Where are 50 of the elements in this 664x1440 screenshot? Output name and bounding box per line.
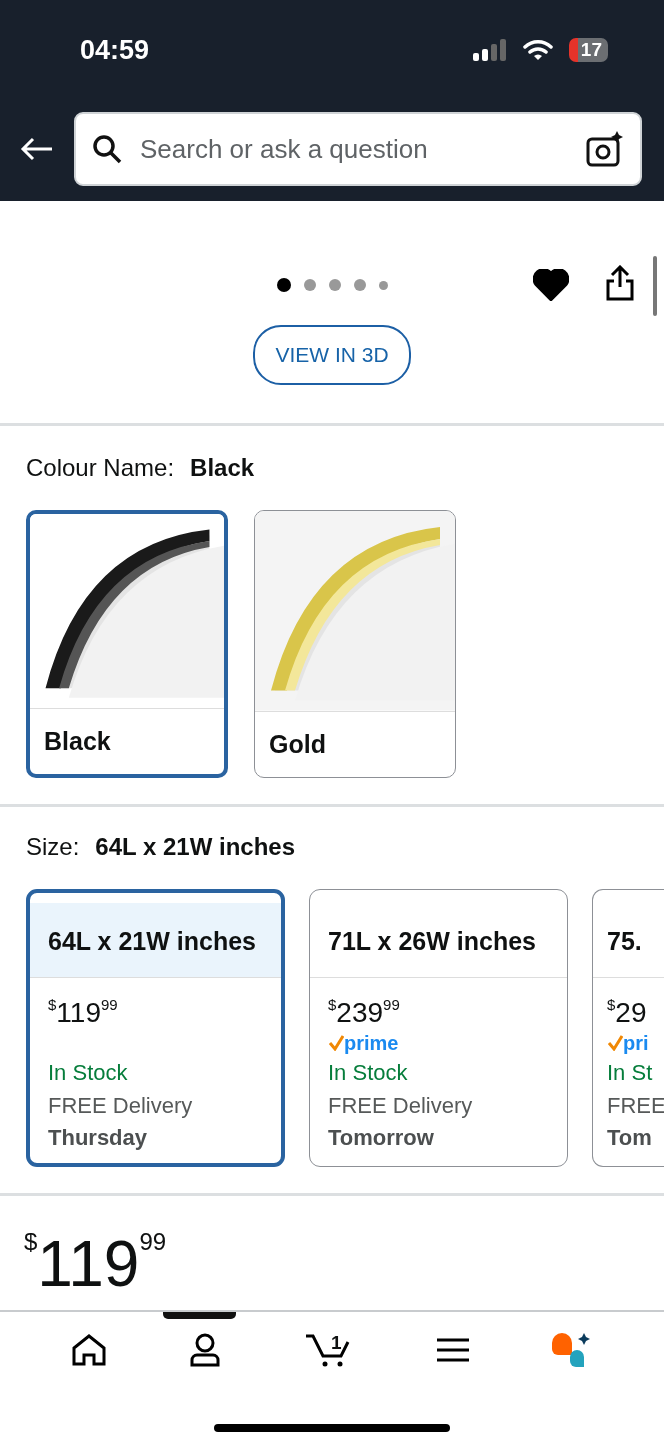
price: $^{$}$119$^{99}$ bbox=[24, 1232, 168, 1296]
colour-label: Colour Name: bbox=[26, 453, 175, 483]
view-in-3d-button[interactable]: VIEW IN 3D bbox=[253, 325, 411, 385]
delivery-text: FREE Delivery bbox=[328, 1092, 473, 1118]
stock-status: In St bbox=[607, 1060, 653, 1086]
page-dot[interactable] bbox=[303, 279, 316, 291]
check-icon bbox=[328, 1035, 344, 1052]
page-dot[interactable] bbox=[353, 279, 366, 291]
colour-option[interactable]: Black bbox=[26, 510, 228, 778]
signal-icon bbox=[472, 39, 507, 61]
menu-icon[interactable] bbox=[436, 1337, 469, 1363]
option-price: $^{$}$119$^{99}$ bbox=[48, 996, 118, 1028]
size-label: Size: bbox=[26, 832, 80, 862]
size-name: 64L x 21W inches bbox=[30, 903, 281, 978]
delivery-day: Tomorrow bbox=[328, 1125, 434, 1151]
account-icon[interactable] bbox=[189, 1333, 222, 1367]
option-price: $^{$}$239$^{99}$ bbox=[328, 996, 400, 1028]
wifi-icon bbox=[522, 39, 553, 61]
search-icon bbox=[92, 134, 122, 164]
search-input[interactable]: Search or ask a question bbox=[138, 128, 570, 170]
delivery-text: FREE Delivery bbox=[48, 1092, 193, 1118]
size-option[interactable]: 71L x 26W inches $^{$}$239$^{99}$ prime In Stock FREE Delivery Tomorrow bbox=[309, 889, 568, 1167]
search-bar[interactable]: Search or ask a question bbox=[74, 112, 642, 186]
size-option[interactable]: 64L x 21W inches $^{$}$119$^{99}$ In Stock FREE Delivery Thursday bbox=[26, 889, 285, 1167]
page-dot[interactable] bbox=[276, 278, 291, 292]
page-dot[interactable] bbox=[378, 280, 388, 290]
colour-option[interactable]: Gold bbox=[254, 510, 456, 778]
prime-label: prime bbox=[344, 1031, 399, 1057]
size-name: 71L x 26W inches bbox=[310, 903, 567, 978]
size-name: 75. bbox=[593, 903, 664, 978]
home-icon[interactable] bbox=[71, 1334, 106, 1366]
selected-size: 64L x 21W inches bbox=[95, 832, 295, 862]
selected-colour: Black bbox=[190, 453, 255, 483]
prime-label: pri bbox=[623, 1031, 649, 1057]
stock-status: In Stock bbox=[48, 1060, 128, 1086]
delivery-day: Tom bbox=[607, 1125, 652, 1151]
back-arrow-icon[interactable] bbox=[20, 137, 54, 161]
check-icon bbox=[607, 1035, 623, 1052]
delivery-day: Thursday bbox=[48, 1125, 148, 1151]
stock-status: In Stock bbox=[328, 1060, 408, 1086]
battery-level: 17 bbox=[568, 38, 608, 62]
page-dot[interactable] bbox=[328, 279, 341, 291]
option-price: $^{$}$29 bbox=[607, 996, 647, 1028]
share-icon[interactable] bbox=[605, 265, 635, 301]
heart-icon[interactable] bbox=[533, 269, 569, 301]
delivery-text: FREE bbox=[607, 1092, 664, 1118]
camera-icon[interactable] bbox=[586, 130, 624, 168]
status-time: 04:59 bbox=[80, 33, 150, 67]
scrollbar bbox=[653, 256, 657, 316]
size-option[interactable]: 75. $^{$}$29 pri In St FREE Tom bbox=[592, 889, 664, 1167]
